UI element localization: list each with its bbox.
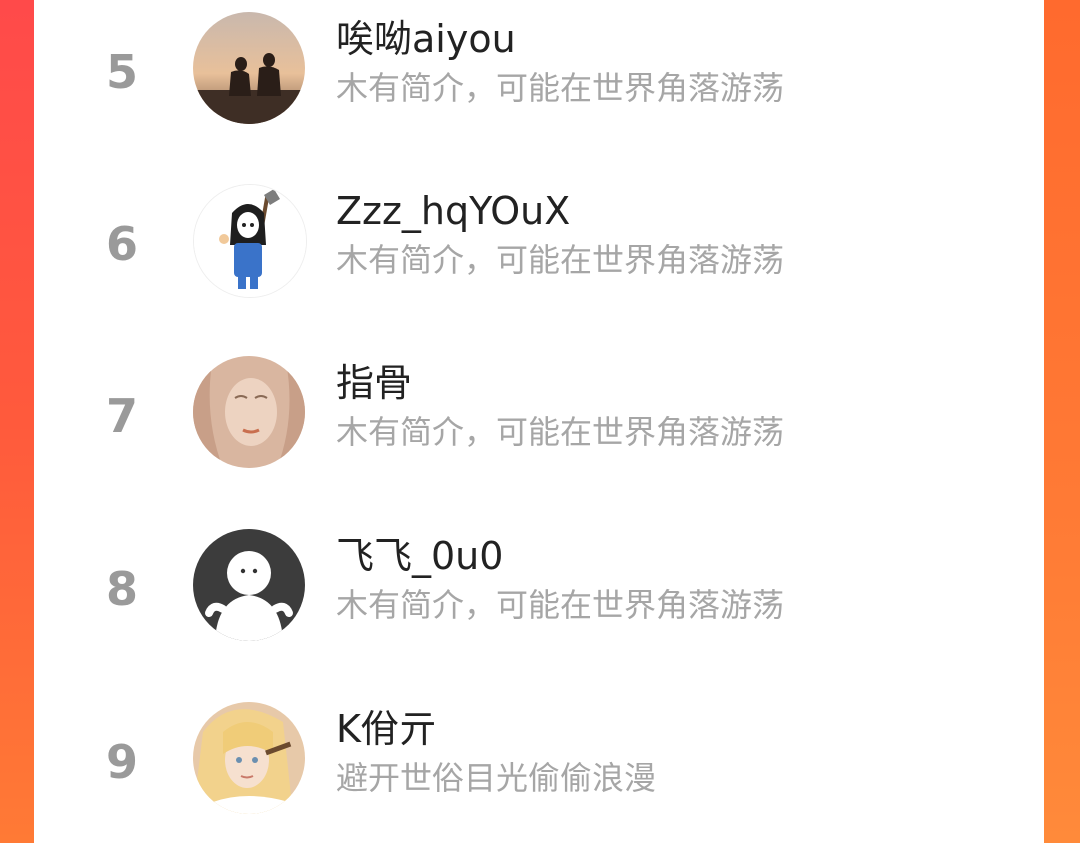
user-bio: 木有简介，可能在世界角落游荡	[336, 413, 785, 451]
ranking-list: 5 唉呦aiyou 木有简介，可能在世界角落游荡 6 Zzz_hqYOuX 木有…	[34, 0, 1044, 843]
anime-blonde-avatar-icon	[193, 702, 305, 814]
avatar[interactable]	[193, 529, 305, 641]
sunset-couple-avatar-icon	[193, 12, 305, 124]
user-bio: 木有简介，可能在世界角落游荡	[336, 241, 785, 279]
rank-number: 5	[105, 45, 138, 99]
cartoon-girl-shovel-avatar-icon	[194, 185, 306, 297]
avatar[interactable]	[193, 356, 305, 468]
list-item[interactable]: 5 唉呦aiyou 木有简介，可能在世界角落游荡	[34, 0, 1044, 150]
list-item[interactable]: 6 Zzz_hqYOuX 木有简介，可能在世界角落游荡	[34, 172, 1044, 322]
rank-number: 7	[105, 389, 138, 443]
rank-number: 9	[105, 735, 138, 789]
avatar[interactable]	[193, 184, 307, 298]
user-name[interactable]: K佾亓	[336, 704, 437, 754]
default-ghost-avatar-icon	[193, 529, 305, 641]
avatar[interactable]	[193, 12, 305, 124]
sketch-face-avatar-icon	[193, 356, 305, 468]
user-name[interactable]: 飞飞_0u0	[336, 531, 503, 581]
user-bio: 木有简介，可能在世界角落游荡	[336, 586, 785, 624]
rank-number: 6	[105, 217, 138, 271]
right-gradient-edge	[1044, 0, 1080, 843]
avatar[interactable]	[193, 702, 305, 814]
user-name[interactable]: Zzz_hqYOuX	[336, 186, 570, 236]
user-name[interactable]: 唉呦aiyou	[336, 14, 516, 64]
list-item[interactable]: 9 K佾亓 避开世俗目光偷偷浪漫	[34, 690, 1044, 840]
user-bio: 木有简介，可能在世界角落游荡	[336, 69, 785, 107]
user-name[interactable]: 指骨	[336, 358, 412, 408]
list-item[interactable]: 7 指骨 木有简介，可能在世界角落游荡	[34, 344, 1044, 494]
list-item[interactable]: 8 飞飞_0u0 木有简介，可能在世界角落游荡	[34, 517, 1044, 667]
rank-number: 8	[105, 562, 138, 616]
user-bio: 避开世俗目光偷偷浪漫	[336, 759, 657, 797]
